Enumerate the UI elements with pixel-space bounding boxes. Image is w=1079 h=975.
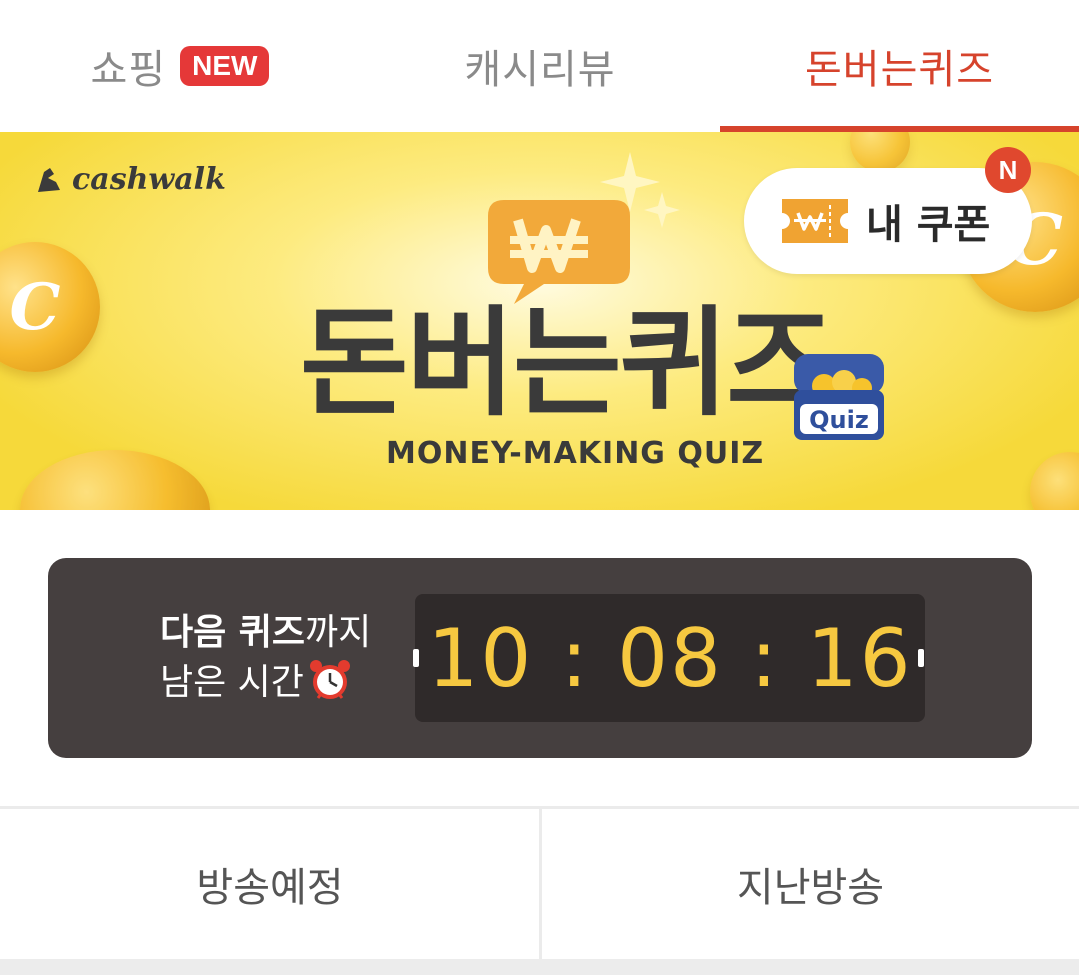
my-coupon-label: 내 쿠폰 — [866, 202, 991, 248]
coin-icon: C — [0, 242, 100, 372]
tab-cash-review-label: 캐시리뷰 — [464, 47, 616, 93]
countdown-label: 다음 퀴즈까지 남은 시간 — [160, 608, 371, 708]
coupon-ticket-icon — [782, 199, 848, 243]
tab-shopping[interactable]: 쇼핑 NEW — [0, 0, 360, 132]
alarm-clock-icon — [309, 660, 350, 699]
tab-past-broadcast[interactable]: 지난방송 — [542, 809, 1079, 959]
won-logo-icon — [488, 200, 630, 304]
tab-upcoming-label: 방송예정 — [196, 865, 344, 911]
timer-tick-left — [413, 649, 419, 667]
quiz-banner: C C cashwalk 돈버는퀴즈 MONEY-MAKING QUIZ Qui… — [0, 132, 1079, 510]
tab-money-quiz[interactable]: 돈버는퀴즈 — [720, 0, 1079, 132]
tab-upcoming-broadcast[interactable]: 방송예정 — [0, 809, 540, 959]
footer-strip — [0, 959, 1079, 975]
timer-tick-right — [918, 649, 924, 667]
banner-title: 돈버는퀴즈 — [300, 294, 835, 432]
coin-icon — [1030, 452, 1079, 510]
countdown-label-suffix: 까지 — [305, 612, 372, 653]
countdown-label-bold: 다음 퀴즈 — [160, 612, 306, 653]
tab-money-quiz-label: 돈버는퀴즈 — [805, 47, 994, 93]
cashwalk-logo: cashwalk — [34, 162, 226, 197]
coin-icon — [850, 132, 910, 172]
banner-subtitle: MONEY-MAKING QUIZ — [386, 436, 765, 471]
quiz-countdown-card: 다음 퀴즈까지 남은 시간 10 : 08 : 16 — [48, 558, 1032, 758]
tab-shopping-label: 쇼핑 — [90, 47, 167, 93]
tab-past-label: 지난방송 — [736, 865, 885, 911]
countdown-display: 10 : 08 : 16 — [415, 594, 925, 722]
tab-cash-review[interactable]: 캐시리뷰 — [360, 0, 720, 132]
top-tab-bar: 쇼핑 NEW 캐시리뷰 돈버는퀴즈 — [0, 0, 1079, 132]
new-badge: NEW — [180, 46, 270, 86]
countdown-label-line2: 남은 시간 — [160, 662, 304, 703]
chest-label: Quiz — [809, 406, 869, 434]
coin-icon — [20, 450, 210, 510]
new-notification-badge: N — [985, 147, 1031, 193]
shoe-icon — [38, 167, 60, 192]
countdown-value: 10 : 08 : 16 — [427, 611, 913, 705]
treasure-chest-icon: Quiz — [794, 354, 884, 440]
